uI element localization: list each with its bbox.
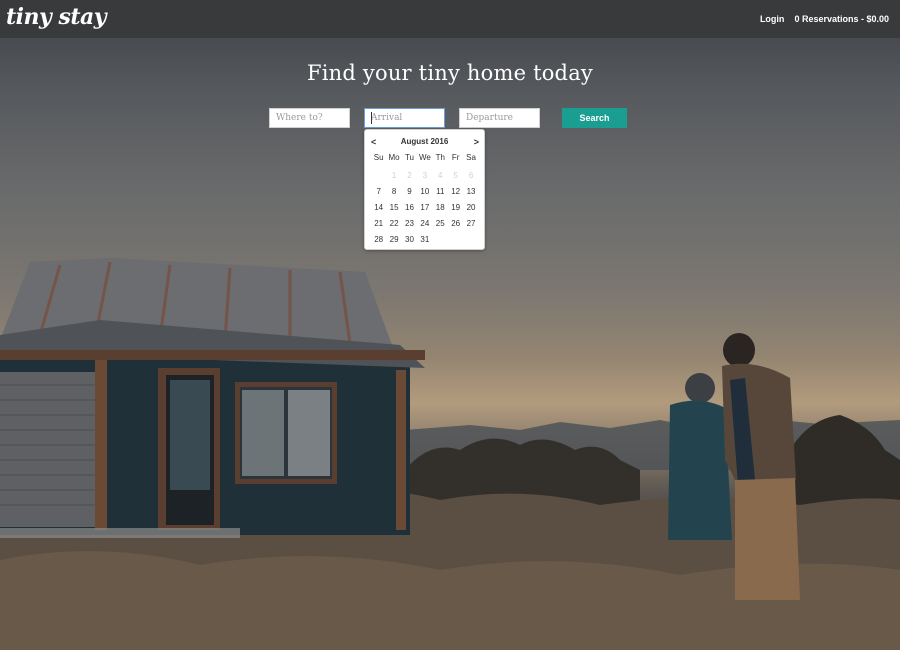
departure-input[interactable] [459,108,540,128]
calendar-day: 4 [438,171,443,180]
search-button[interactable]: Search [562,108,627,128]
datepicker-header: August 2016 < > [365,136,484,148]
nav-right: Login 0 Reservations - $0.00 [760,0,889,38]
hero-scene [0,258,900,650]
calendar-empty-cell [463,232,478,248]
calendar-day[interactable]: 28 [371,232,386,248]
calendar-day[interactable]: 30 [402,232,417,248]
calendar-day: 2 [407,171,412,180]
calendar-day[interactable]: 24 [417,216,432,232]
weekday-header: Fr [451,153,460,162]
calendar-day[interactable]: 11 [433,184,448,200]
weekday-header: We [418,153,431,162]
calendar-day[interactable]: 31 [417,232,432,248]
calendar-day[interactable]: 18 [433,200,448,216]
calendar-day[interactable]: 7 [371,184,386,200]
weekday-header: Su [373,153,384,162]
where-input[interactable] [269,108,350,128]
calendar-day[interactable]: 23 [402,216,417,232]
calendar-day[interactable]: 8 [386,184,401,200]
calendar-day: 3 [422,171,428,180]
reservations-link[interactable]: 0 Reservations - $0.00 [794,14,889,24]
weekday-header: Th [435,153,445,162]
datepicker-month-title: August 2016 [400,137,449,146]
page: tiny stay Login 0 Reservations - $0.00 F… [0,0,900,650]
calendar-day[interactable]: 17 [417,200,432,216]
calendar-day: 1 [391,171,397,180]
calendar-day[interactable]: 22 [386,216,401,232]
hero-background-image [0,0,900,650]
calendar-day: 5 [453,171,458,180]
calendar-day[interactable]: 14 [371,200,386,216]
prev-month-button[interactable]: < [371,136,376,148]
calendar-day[interactable]: 19 [448,200,463,216]
calendar-day[interactable]: 13 [463,184,478,200]
calendar-empty-cell [433,232,448,248]
calendar-empty-cell [448,232,463,248]
weekday-header: Tu [404,153,414,162]
text-caret [371,112,372,124]
next-month-button[interactable]: > [474,136,479,148]
calendar-day[interactable]: 29 [386,232,401,248]
hero-headline: Find your tiny home today [307,61,593,85]
weekday-header: Mo [388,153,400,162]
calendar-day: 6 [468,171,474,180]
logo[interactable]: tiny stay [6,2,107,32]
calendar-day[interactable]: 10 [417,184,432,200]
calendar-day[interactable]: 21 [371,216,386,232]
login-link[interactable]: Login [760,14,785,24]
calendar-day[interactable]: 26 [448,216,463,232]
navbar: tiny stay Login 0 Reservations - $0.00 [0,0,900,38]
datepicker-grid: Su Mo Tu We Th Fr Sa 1 2 3 4 5 6 7 8 9 10 11 12 13 14 15 16 17 1… [371,152,479,248]
calendar-day[interactable]: 15 [386,200,401,216]
calendar-empty-cell [371,168,386,184]
calendar-day[interactable]: 9 [402,184,417,200]
weekday-header: Sa [466,153,476,162]
calendar-day[interactable]: 27 [463,216,478,232]
calendar-day[interactable]: 25 [433,216,448,232]
datepicker: August 2016 < > Su Mo Tu We Th Fr Sa 1 2 3 4 5 6 7 8 9 1… [364,129,485,250]
calendar-day[interactable]: 20 [463,200,478,216]
calendar-day[interactable]: 16 [402,200,417,216]
arrival-input[interactable] [364,108,445,128]
calendar-day[interactable]: 12 [448,184,463,200]
